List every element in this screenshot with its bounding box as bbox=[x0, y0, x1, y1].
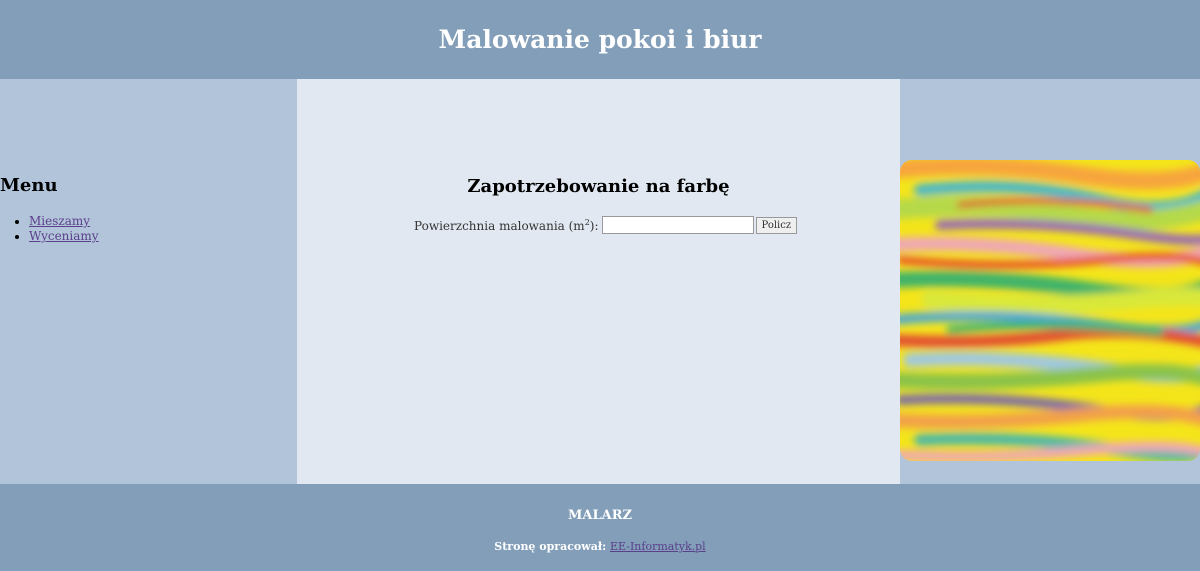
menu-list: Mieszamy Wyceniamy bbox=[0, 214, 99, 244]
main-content: Zapotrzebowanie na farbę Powierzchnia ma… bbox=[297, 79, 900, 484]
colorful-paint-strokes-image bbox=[900, 160, 1200, 461]
area-input[interactable] bbox=[601, 216, 754, 234]
page-footer: MALARZ Stronę opracował: EE-Informatyk.p… bbox=[0, 484, 1200, 571]
right-sidebar bbox=[900, 79, 1200, 484]
left-sidebar: Menu Mieszamy Wyceniamy bbox=[0, 79, 297, 484]
credit-link[interactable]: EE-Informatyk.pl bbox=[610, 540, 706, 553]
footer-credit: Stronę opracował: EE-Informatyk.pl bbox=[0, 540, 1200, 553]
menu-link-wyceniamy[interactable]: Wyceniamy bbox=[29, 229, 99, 243]
menu-item: Mieszamy bbox=[29, 214, 99, 229]
paint-form: Powierzchnia malowania (m2): Policz bbox=[414, 216, 798, 234]
credit-text: Stronę opracował: bbox=[494, 540, 607, 553]
calculate-button[interactable]: Policz bbox=[755, 216, 798, 234]
area-label: Powierzchnia malowania (m2): bbox=[414, 217, 599, 233]
page-header: Malowanie pokoi i biur bbox=[0, 0, 1200, 79]
menu-item: Wyceniamy bbox=[29, 229, 99, 244]
menu-link-mieszamy[interactable]: Mieszamy bbox=[29, 214, 90, 228]
section-heading: Zapotrzebowanie na farbę bbox=[467, 176, 730, 197]
footer-brand: MALARZ bbox=[568, 508, 632, 523]
page-title: Malowanie pokoi i biur bbox=[438, 25, 762, 54]
menu-heading: Menu bbox=[0, 175, 58, 196]
